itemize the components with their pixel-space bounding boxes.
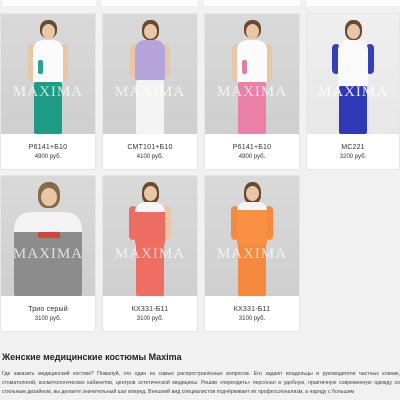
previous-row-strip — [0, 0, 400, 6]
model-figure — [18, 20, 78, 134]
watermark-logo: MAXIMA — [114, 246, 186, 262]
model-figure — [222, 182, 282, 296]
product-price: 4900 руб. — [34, 154, 62, 160]
model-figure — [222, 20, 282, 134]
product-name[interactable]: Р6141+Б10 — [1, 144, 95, 151]
model-figure — [8, 182, 88, 296]
product-name[interactable]: СМТ101+Б10 — [103, 144, 197, 151]
previous-card-bottom — [2, 0, 96, 6]
watermark-logo: MAXIMA — [216, 246, 288, 262]
product-price: 3100 руб. — [238, 316, 266, 322]
product-photo[interactable]: MAXIMA — [1, 176, 95, 296]
product-price: 4100 руб. — [136, 154, 164, 160]
product-photo[interactable]: MAXIMA — [307, 14, 399, 134]
watermark-logo: MAXIMA — [216, 84, 288, 100]
watermark-logo: MAXIMA — [12, 246, 84, 262]
model-figure — [120, 182, 180, 296]
product-card[interactable]: MAXIMA КХ331-Б11 3100 руб. — [204, 175, 300, 332]
product-price: 3100 руб. — [136, 316, 164, 322]
product-card[interactable]: MAXIMA МС221 3200 руб. — [306, 13, 400, 170]
product-name[interactable]: КХ331-Б11 — [103, 306, 197, 313]
product-name[interactable]: КХ331-Б11 — [205, 306, 299, 313]
watermark-logo: MAXIMA — [114, 84, 186, 100]
product-card[interactable]: MAXIMA Р6141+Б10 4900 руб. — [204, 13, 300, 170]
watermark-logo: MAXIMA — [12, 84, 84, 100]
previous-card-bottom — [204, 0, 300, 6]
product-photo[interactable]: MAXIMA — [205, 14, 299, 134]
product-price: 3100 руб. — [34, 316, 62, 322]
model-figure — [323, 20, 383, 134]
product-price: 3200 руб. — [339, 154, 367, 160]
product-photo[interactable]: MAXIMA — [1, 14, 95, 134]
watermark-logo: MAXIMA — [317, 84, 389, 100]
product-name[interactable]: Трио серый — [1, 306, 95, 313]
product-card[interactable]: MAXIMA Р6141+Б10 4900 руб. — [0, 13, 96, 170]
section-title: Женские медицинские костюмы Maxima — [2, 352, 182, 362]
product-price: 4900 руб. — [238, 154, 266, 160]
section-description: Где заказать медицинский костюм? Пожалуй… — [2, 371, 400, 395]
model-figure — [120, 20, 180, 134]
previous-card-bottom — [102, 0, 198, 6]
previous-card-bottom — [306, 0, 400, 6]
product-photo[interactable]: MAXIMA — [103, 14, 197, 134]
product-photo[interactable]: MAXIMA — [205, 176, 299, 296]
product-card[interactable]: MAXIMA Трио серый 3100 руб. — [0, 175, 96, 332]
product-photo[interactable]: MAXIMA — [103, 176, 197, 296]
product-name[interactable]: МС221 — [307, 144, 399, 151]
product-card[interactable]: MAXIMA СМТ101+Б10 4100 руб. — [102, 13, 198, 170]
product-card[interactable]: MAXIMA КХ331-Б11 3100 руб. — [102, 175, 198, 332]
product-name[interactable]: Р6141+Б10 — [205, 144, 299, 151]
